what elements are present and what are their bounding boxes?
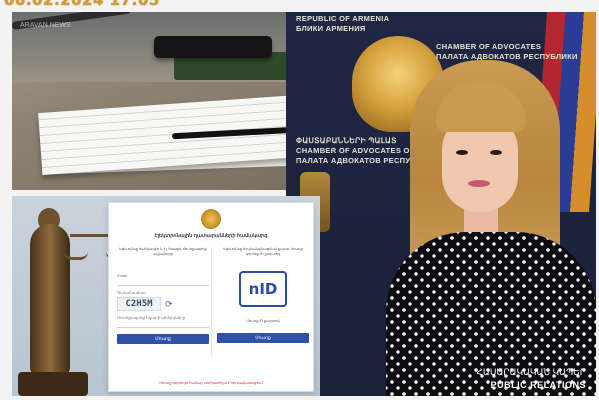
refresh-icon[interactable]: ⟳	[165, 299, 173, 310]
caption-english: PUBLIC RELATIONS	[490, 380, 586, 390]
desk-photo: ARAVAN NEWS	[12, 12, 294, 190]
captcha-image: C2H5M	[117, 297, 161, 311]
login-form: Եթե ունեք ծածկագիր և էլ. հասցե, մուտքագր…	[117, 247, 209, 344]
nid-logo-icon[interactable]: nID	[239, 271, 287, 307]
nid-login: Եթե ունեք նույնականացման քարտ, մուտք գոր…	[217, 247, 309, 343]
wall-text: ПАЛАТА АДВОКАТОВ РЕСПУ	[296, 156, 411, 165]
captcha-row: C2H5M ⟳	[117, 297, 209, 311]
coat-of-arms-icon	[201, 209, 221, 229]
portrait-photo: REPUBLIC OF ARMENIA БЛИКИ АРМЕНИЯ CHAMBE…	[286, 12, 596, 396]
caption-armenian: ՀԱՍԱՐԱԿԱԿԱՆ ԿԱՊԵՐ	[476, 367, 586, 377]
wall-text: ПАЛАТА АДВОКАТОВ РЕСПУБЛИКИ	[436, 52, 578, 61]
nid-login-button[interactable]: Մուտք	[217, 333, 309, 343]
date-banner: 06.02.2024 17:05	[4, 0, 160, 9]
photo-collage: 06.02.2024 17:05 ARAVAN NEWS REPUBLIC OF…	[0, 0, 599, 400]
email-field[interactable]	[117, 278, 209, 286]
lips	[468, 180, 490, 187]
eye	[490, 150, 502, 155]
column-divider	[211, 247, 212, 357]
login-intro: Եթե ունեք ծածկագիր և էլ. հասցե, մուտքագր…	[119, 247, 207, 256]
password-label: Գաղտնաբառ	[117, 290, 146, 295]
wall-text: CHAMBER OF ADVOCATES	[436, 42, 542, 51]
statue-base	[18, 372, 88, 396]
justice-login-photo: Էլեկտրոնային դատարանների համակարգ Եթե ու…	[12, 196, 320, 396]
login-title: Էլեկտրոնային դատարանների համակարգ	[154, 233, 268, 239]
watermark: ARAVAN NEWS	[20, 22, 71, 29]
login-screen: Էլեկտրոնային դատարանների համակարգ Եթե ու…	[108, 202, 314, 392]
wall-text: БЛИКИ АРМЕНИЯ	[296, 24, 366, 33]
nid-hint: Մուտք ID քարտով	[246, 319, 280, 323]
phone-icon	[154, 36, 272, 58]
login-button[interactable]: Մուտք	[117, 334, 209, 344]
lady-justice-statue	[30, 224, 70, 374]
eye	[456, 150, 468, 155]
nid-intro: Եթե ունեք նույնականացման քարտ, մուտք գոր…	[223, 247, 303, 256]
login-footer: Մուտք գործելու համար անհրաժեշտ է նույնակ…	[159, 381, 263, 385]
scale-pan-icon	[64, 252, 88, 260]
wall-text: ՓԱՍՏԱԲԱՆՆԵՐԻ ՊԱԼԱՏ	[296, 136, 397, 145]
captcha-field[interactable]	[117, 320, 209, 328]
wall-text: REPUBLIC OF ARMENIA	[296, 14, 390, 23]
